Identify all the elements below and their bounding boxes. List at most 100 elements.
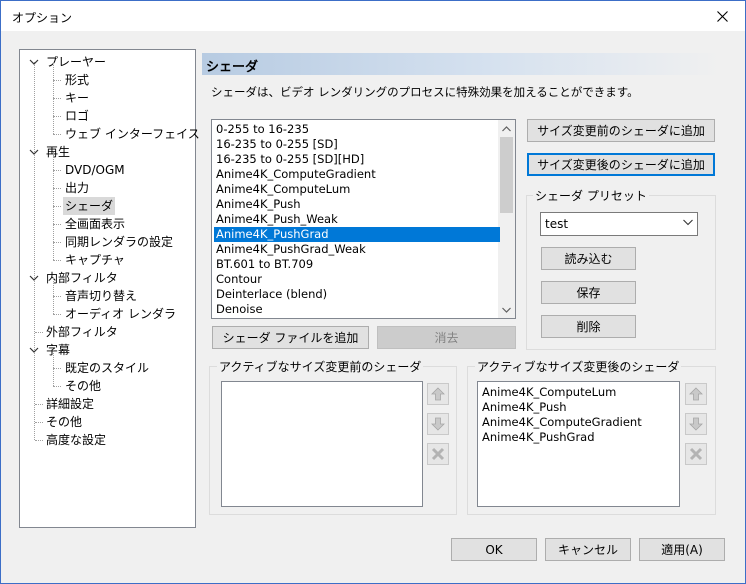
tree-item[interactable]: 詳細設定 <box>44 395 96 413</box>
tree-item[interactable]: 全画面表示 <box>63 215 127 233</box>
shader-list-item[interactable]: Anime4K_PushGrad <box>214 227 500 242</box>
close-button[interactable] <box>699 1 745 31</box>
save-preset-button[interactable]: 保存 <box>541 281 636 304</box>
tree-connector <box>53 116 61 117</box>
tree-item[interactable]: 高度な設定 <box>44 431 108 449</box>
tree-connector <box>53 134 61 135</box>
chevron-down-icon[interactable] <box>29 147 39 157</box>
post-move-down-button[interactable] <box>685 413 707 435</box>
tree-item[interactable]: 再生 <box>44 143 72 161</box>
pre-move-down-button[interactable] <box>427 413 449 435</box>
tree-branch-line <box>53 206 54 224</box>
shader-list-item[interactable]: Anime4K_ComputeLum <box>214 182 500 197</box>
shader-list-item[interactable]: 16-235 to 0-255 [SD][HD] <box>214 152 500 167</box>
x-icon <box>431 447 445 461</box>
close-icon <box>716 10 728 22</box>
scroll-down-arrow[interactable] <box>498 301 515 318</box>
shader-list-item[interactable]: Contour <box>214 272 500 287</box>
tree-item[interactable]: シェーダ <box>63 197 116 215</box>
tree-item[interactable]: 既定のスタイル <box>63 359 151 377</box>
chevron-down-icon[interactable] <box>29 273 39 283</box>
apply-button[interactable]: 適用(A) <box>639 538 725 561</box>
tree-connector <box>35 404 43 405</box>
shader-list-item[interactable]: BT.601 to BT.709 <box>214 257 500 272</box>
scroll-up-arrow[interactable] <box>498 120 515 137</box>
tree-branch-line <box>53 242 54 260</box>
tree-branch-line <box>53 350 54 368</box>
active-pre-list[interactable] <box>221 381 423 507</box>
tree-item[interactable]: 形式 <box>63 71 91 89</box>
shader-list-item[interactable]: Anime4K_Push_Weak <box>214 212 500 227</box>
pre-remove-button[interactable] <box>427 443 449 465</box>
shader-list[interactable]: 0-255 to 16-235 16-235 to 0-255 [SD] 16-23… <box>211 119 516 319</box>
shader-list-item[interactable]: 16-235 to 0-255 [SD] <box>214 137 500 152</box>
tree-item[interactable]: 同期レンダラの設定 <box>63 233 175 251</box>
tree-item[interactable]: 音声切り替え <box>63 287 139 305</box>
tree-item[interactable]: 字幕 <box>44 341 72 359</box>
chevron-down-icon <box>502 307 511 313</box>
arrow-up-icon <box>689 387 703 401</box>
active-post-list[interactable]: Anime4K_ComputeLum Anime4K_Push Anime4K_Co… <box>477 381 680 507</box>
title-bar[interactable]: オプション <box>1 1 745 31</box>
add-shader-file-button[interactable]: シェーダ ファイルを追加 <box>212 326 369 349</box>
shader-list-item[interactable]: 0-255 to 16-235 <box>214 122 500 137</box>
chevron-down-icon[interactable] <box>29 57 39 67</box>
tree-item[interactable]: その他 <box>63 377 103 395</box>
tree-branch-line <box>53 98 54 116</box>
tree-item[interactable]: オーディオ レンダラ <box>63 305 178 323</box>
tree-item[interactable]: 内部フィルタ <box>44 269 120 287</box>
post-remove-button[interactable] <box>685 443 707 465</box>
tree-connector <box>53 368 61 369</box>
shader-list-item[interactable]: Anime4K_ComputeGradient <box>214 167 500 182</box>
preset-select[interactable]: test <box>540 212 698 236</box>
tree-item[interactable]: ウェブ インターフェイス <box>63 125 202 143</box>
shader-list-item[interactable]: Anime4K_PushGrad_Weak <box>214 242 500 257</box>
tree-item[interactable]: DVD/OGM <box>63 161 127 179</box>
post-move-up-button[interactable] <box>685 383 707 405</box>
active-shader-item[interactable]: Anime4K_PushGrad <box>482 430 595 445</box>
add-post-resize-button[interactable]: サイズ変更後のシェーダに追加 <box>527 153 715 176</box>
tree-branch-line <box>53 296 54 314</box>
shader-list-item[interactable]: Anime4K_Push <box>214 197 500 212</box>
active-pre-group-title: アクティブなサイズ変更前のシェーダ <box>217 358 424 375</box>
tree-branch-line <box>53 80 54 98</box>
tree-connector <box>35 422 43 423</box>
tree-item[interactable]: 外部フィルタ <box>44 323 120 341</box>
active-shader-item[interactable]: Anime4K_ComputeLum <box>482 385 616 400</box>
tree-branch-line <box>53 170 54 188</box>
chevron-down-icon[interactable] <box>29 345 39 355</box>
panel-description: シェーダは、ビデオ レンダリングのプロセスに特殊効果を加えることができます。 <box>211 85 639 99</box>
tree-connector <box>53 242 61 243</box>
add-pre-resize-button[interactable]: サイズ変更前のシェーダに追加 <box>527 119 715 142</box>
shader-list-scrollbar[interactable] <box>498 120 515 318</box>
ok-button[interactable]: OK <box>451 538 537 561</box>
tree-item[interactable]: キャプチャ <box>63 251 127 269</box>
tree-branch-line <box>53 188 54 206</box>
settings-tree[interactable]: プレーヤー 形式 キー ロゴ ウェブ インターフェイス 再生 DVD/OGM 出力 シェーダ 全画… <box>19 49 200 528</box>
preset-group-title: シェーダ プリセット <box>533 187 649 204</box>
remove-shader-button[interactable]: 消去 <box>377 326 516 349</box>
tree-connector <box>53 188 61 189</box>
shader-list-item[interactable]: Deinterlace (blend) <box>214 287 500 302</box>
tree-item[interactable]: キー <box>63 89 91 107</box>
tree-branch-line <box>53 278 54 296</box>
scroll-thumb[interactable] <box>500 137 513 213</box>
shader-list-item[interactable]: Denoise <box>214 302 500 317</box>
tree-branch-line <box>53 62 54 80</box>
cancel-button[interactable]: キャンセル <box>545 538 631 561</box>
tree-branch-line <box>53 368 54 386</box>
x-icon <box>689 447 703 461</box>
tree-item[interactable]: その他 <box>44 413 84 431</box>
load-preset-button[interactable]: 読み込む <box>541 247 636 270</box>
active-post-group-title: アクティブなサイズ変更後のシェーダ <box>475 358 682 375</box>
active-shader-item[interactable]: Anime4K_ComputeGradient <box>482 415 642 430</box>
tree-item[interactable]: ロゴ <box>63 107 91 125</box>
tree-connector <box>53 224 61 225</box>
pre-move-up-button[interactable] <box>427 383 449 405</box>
chevron-down-icon <box>683 219 693 226</box>
tree-root-line <box>34 62 35 440</box>
active-shader-item[interactable]: Anime4K_Push <box>482 400 567 415</box>
delete-preset-button[interactable]: 削除 <box>541 315 636 338</box>
tree-connector <box>53 206 61 207</box>
tree-item[interactable]: 出力 <box>63 179 91 197</box>
